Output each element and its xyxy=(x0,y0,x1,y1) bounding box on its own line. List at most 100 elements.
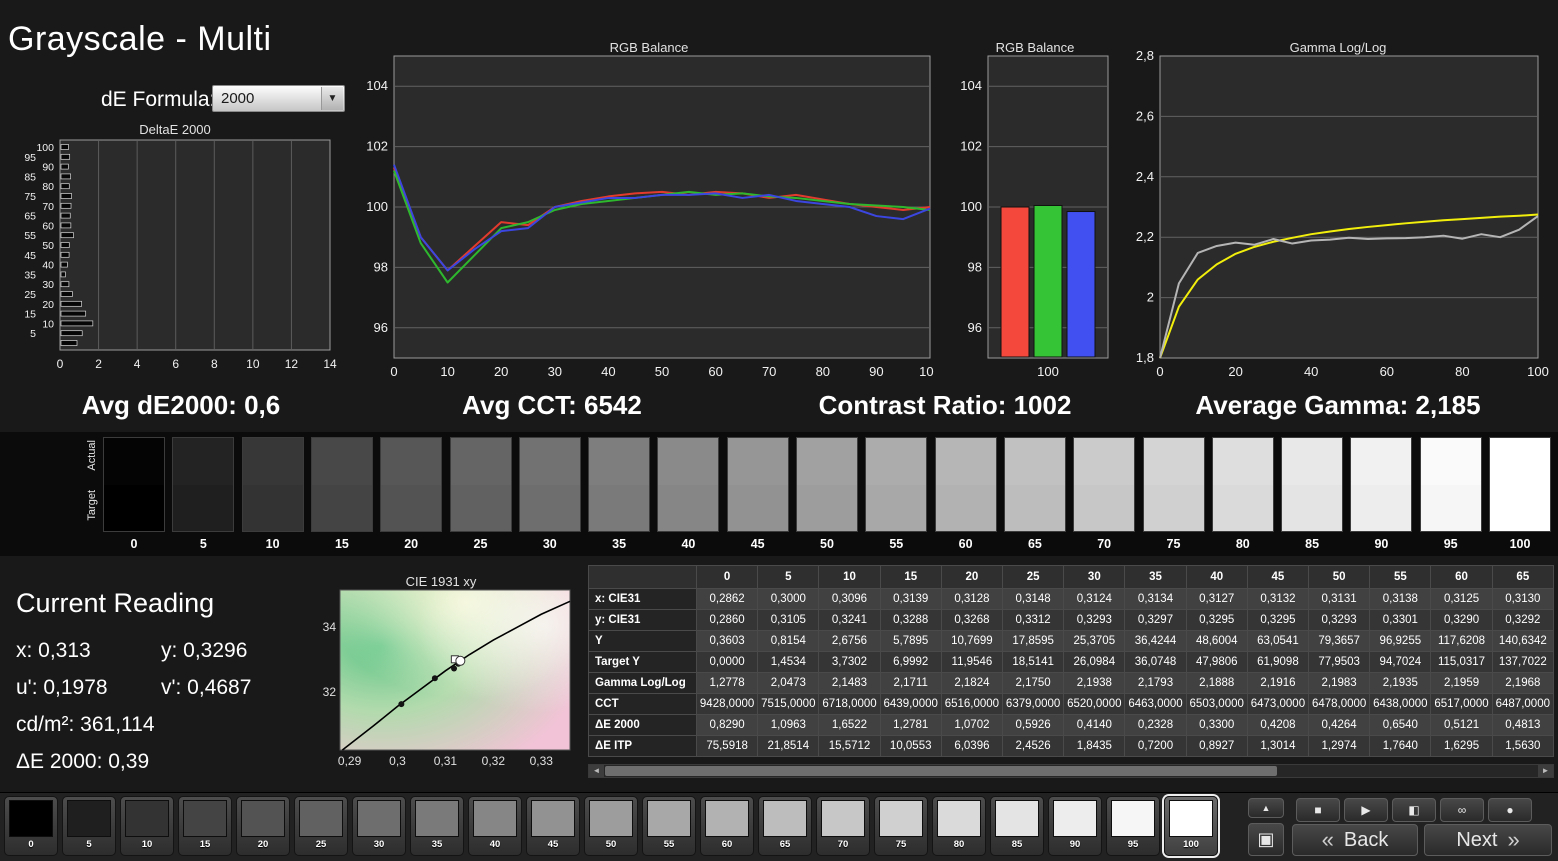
table-cell: 0,3134 xyxy=(1124,588,1187,610)
patch-button-45[interactable]: 45 xyxy=(526,796,580,856)
patch-button-70[interactable]: 70 xyxy=(816,796,870,856)
next-button[interactable]: Next » xyxy=(1424,824,1552,856)
patch-button-5[interactable]: 5 xyxy=(62,796,116,856)
svg-text:14: 14 xyxy=(323,357,337,371)
chevron-up-button[interactable]: ▲ xyxy=(1248,798,1284,818)
patch-button-60[interactable]: 60 xyxy=(700,796,754,856)
loop-button[interactable]: ∞ xyxy=(1440,798,1484,822)
play-button[interactable]: ▶ xyxy=(1344,798,1388,822)
target-half xyxy=(1212,484,1273,531)
table-col-header-65[interactable]: 65 xyxy=(1491,565,1555,589)
svg-text:45: 45 xyxy=(24,250,36,262)
table-col-header-15[interactable]: 15 xyxy=(879,565,942,589)
patch-swatch xyxy=(647,800,691,837)
measured-point xyxy=(451,665,458,672)
table-cell: 0,3124 xyxy=(1063,588,1126,610)
table-col-header-60[interactable]: 60 xyxy=(1430,565,1493,589)
scrollbar-track[interactable] xyxy=(604,765,1538,777)
table-col-header-50[interactable]: 50 xyxy=(1308,565,1371,589)
table-cell: 0,3130 xyxy=(1491,588,1555,610)
table-col-header-45[interactable]: 45 xyxy=(1246,565,1310,589)
patch-button-label: 85 xyxy=(1011,839,1023,850)
patch-button-20[interactable]: 20 xyxy=(236,796,290,856)
table-cell: 0,3241 xyxy=(818,609,881,631)
grayscale-swatch-60 xyxy=(934,437,997,532)
table-col-header-35[interactable]: 35 xyxy=(1124,565,1187,589)
grayscale-swatch-55 xyxy=(865,437,928,532)
grayscale-swatch-95 xyxy=(1419,437,1482,532)
back-button[interactable]: « Back xyxy=(1292,824,1418,856)
grayscale-swatch-70 xyxy=(1073,437,1136,532)
table-col-header-30[interactable]: 30 xyxy=(1063,565,1126,589)
table-header-row: 0 5 10 15 20 25 30 35 40 45 50 55 60 65 xyxy=(588,565,1555,589)
patch-button-40[interactable]: 40 xyxy=(468,796,522,856)
table-cell: 6517,0000 xyxy=(1430,693,1493,715)
svg-text:20: 20 xyxy=(494,364,508,379)
swatch-label-5: 5 xyxy=(199,537,207,551)
measured-point xyxy=(398,701,405,708)
table-scrollbar[interactable]: ◄ ► xyxy=(588,764,1554,778)
table-cell: 77,9503 xyxy=(1308,651,1371,673)
svg-text:100: 100 xyxy=(1527,364,1549,379)
patch-button-0[interactable]: 0 xyxy=(4,796,58,856)
table-cell: 6503,0000 xyxy=(1185,693,1248,715)
patch-button-30[interactable]: 30 xyxy=(352,796,406,856)
patch-button-100[interactable]: 100 xyxy=(1164,796,1218,856)
table-col-header-40[interactable]: 40 xyxy=(1185,565,1248,589)
patch-button-75[interactable]: 75 xyxy=(874,796,928,856)
table-col-header-5[interactable]: 5 xyxy=(757,565,820,589)
table-cell: 3,7302 xyxy=(818,651,881,673)
table-col-header-0[interactable]: 0 xyxy=(695,565,759,589)
grayscale-swatch-75 xyxy=(1142,437,1205,532)
table-col-header-25[interactable]: 25 xyxy=(1002,565,1065,589)
table-cell: 1,2778 xyxy=(695,672,759,694)
svg-text:100: 100 xyxy=(960,199,982,214)
patch-swatch xyxy=(995,800,1039,837)
grayscale-swatch-5 xyxy=(172,437,235,532)
scrollbar-thumb[interactable] xyxy=(605,766,1278,776)
patch-button-85[interactable]: 85 xyxy=(990,796,1044,856)
scroll-left-icon[interactable]: ◄ xyxy=(589,765,604,777)
patch-button-35[interactable]: 35 xyxy=(410,796,464,856)
measurement-table: 0 5 10 15 20 25 30 35 40 45 50 55 60 65 x: CIE31 0,2862… xyxy=(588,565,1555,757)
swatch-label-85: 85 xyxy=(1305,537,1320,551)
reading-de: ΔE 2000: 0,39 xyxy=(16,750,150,773)
patch-button-25[interactable]: 25 xyxy=(294,796,348,856)
table-col-header-10[interactable]: 10 xyxy=(818,565,881,589)
table-cell: 2,1483 xyxy=(818,672,881,694)
svg-text:4: 4 xyxy=(134,357,141,371)
patch-window-button[interactable]: ▣ xyxy=(1248,823,1284,856)
svg-text:80: 80 xyxy=(816,364,830,379)
patch-button-10[interactable]: 10 xyxy=(120,796,174,856)
patch-button-80[interactable]: 80 xyxy=(932,796,986,856)
table-col-header-20[interactable]: 20 xyxy=(940,565,1004,589)
patch-button-label: 55 xyxy=(663,839,675,850)
patch-button-65[interactable]: 65 xyxy=(758,796,812,856)
de-formula-dropdown[interactable]: 2000 ▼ xyxy=(212,85,345,112)
pattern-button[interactable]: ◧ xyxy=(1392,798,1436,822)
actual-half xyxy=(381,438,442,485)
stop-button[interactable]: ■ xyxy=(1296,798,1340,822)
actual-half xyxy=(450,438,511,485)
scroll-right-icon[interactable]: ► xyxy=(1538,765,1553,777)
table-row-label: y: CIE31 xyxy=(588,609,697,631)
svg-text:100: 100 xyxy=(366,199,388,214)
patch-button-55[interactable]: 55 xyxy=(642,796,696,856)
table-cell: 1,0963 xyxy=(757,714,820,736)
actual-half xyxy=(1351,438,1412,485)
table-col-header-55[interactable]: 55 xyxy=(1369,565,1432,589)
table-cell: 0,3295 xyxy=(1185,609,1248,631)
svg-text:0: 0 xyxy=(390,364,397,379)
patch-button-90[interactable]: 90 xyxy=(1048,796,1102,856)
table-cell: 0,4813 xyxy=(1491,714,1555,736)
patch-button-50[interactable]: 50 xyxy=(584,796,638,856)
patch-button-label: 15 xyxy=(199,839,211,850)
patch-button-label: 30 xyxy=(373,839,385,850)
record-button[interactable]: ● xyxy=(1488,798,1532,822)
table-cell: 6718,0000 xyxy=(818,693,881,715)
svg-text:98: 98 xyxy=(968,259,982,274)
patch-button-15[interactable]: 15 xyxy=(178,796,232,856)
patch-button-95[interactable]: 95 xyxy=(1106,796,1160,856)
svg-text:50: 50 xyxy=(655,364,669,379)
svg-text:40: 40 xyxy=(601,364,615,379)
